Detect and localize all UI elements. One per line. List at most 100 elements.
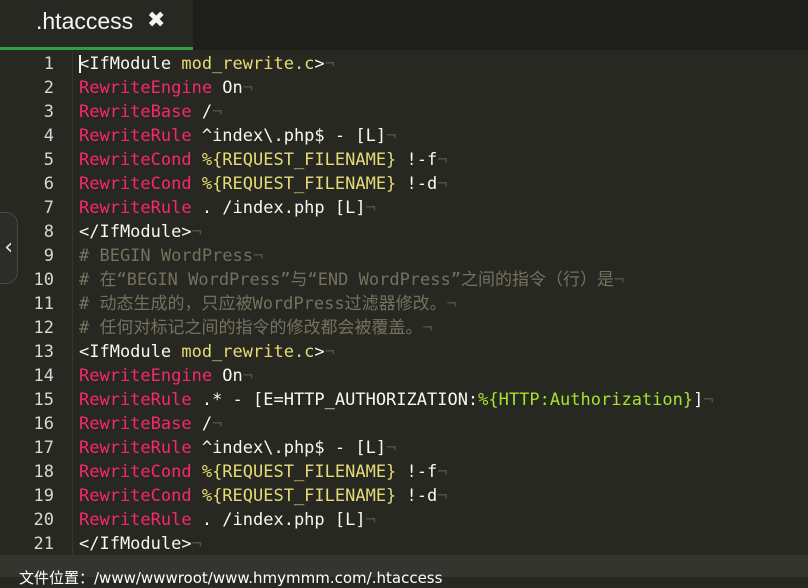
line-number: 13 xyxy=(33,342,54,362)
code-token: </IfModule> xyxy=(79,534,192,554)
line-number: 18 xyxy=(33,462,54,482)
code-token: ^index\.php$ - xyxy=(191,126,356,146)
code-line[interactable]: RewriteCond %{REQUEST_FILENAME} !-f¬ xyxy=(79,460,448,484)
end-of-line-marker: ¬ xyxy=(386,438,397,458)
code-token: # 任何对标记之间的指令的修改都会被覆盖。 xyxy=(79,318,423,338)
end-of-line-marker: ¬ xyxy=(212,102,223,122)
end-of-line-marker: ¬ xyxy=(324,54,335,74)
line-number: 19 xyxy=(33,486,54,506)
code-token: # 在“BEGIN WordPress”与“END WordPress”之间的指… xyxy=(79,270,614,290)
code-token: %{REQUEST_FILENAME} xyxy=(191,486,397,506)
code-token: / xyxy=(191,414,213,434)
tab-htaccess[interactable]: .htaccess ✖ xyxy=(0,0,193,50)
chevron-left-icon[interactable]: ‹ xyxy=(0,212,18,284)
line-number: 4 xyxy=(43,126,54,146)
code-token: RewriteRule xyxy=(79,510,192,530)
line-number: 5 xyxy=(43,150,54,170)
code-line[interactable]: RewriteEngine On¬ xyxy=(79,364,253,388)
end-of-line-marker: ¬ xyxy=(253,246,264,266)
code-token: RewriteCond xyxy=(79,486,192,506)
code-token: !-f xyxy=(396,462,438,482)
code-token: </IfModule> xyxy=(79,222,192,242)
code-line[interactable]: </IfModule>¬ xyxy=(79,220,202,244)
code-token: [L] xyxy=(334,510,366,530)
code-line[interactable]: <IfModule mod_rewrite.c>¬ xyxy=(79,52,335,76)
code-token: %{HTTP:Authorization} xyxy=(478,390,694,410)
code-line[interactable]: # 任何对标记之间的指令的修改都会被覆盖。¬ xyxy=(79,316,433,340)
end-of-line-marker: ¬ xyxy=(437,462,448,482)
code-line[interactable]: </IfModule>¬ xyxy=(79,532,202,555)
status-bar: 文件位置：/www/wwwroot/www.hmymmm.com/.htacce… xyxy=(0,555,808,587)
end-of-line-marker: ¬ xyxy=(365,510,376,530)
code-token: %{REQUEST_FILENAME} xyxy=(191,174,397,194)
line-number: 11 xyxy=(33,294,54,314)
line-number: 17 xyxy=(33,438,54,458)
end-of-line-marker: ¬ xyxy=(242,366,254,386)
code-token: RewriteCond xyxy=(79,150,192,170)
code-token: RewriteRule xyxy=(79,438,192,458)
code-area[interactable]: <IfModule mod_rewrite.c>¬ RewriteEngine O… xyxy=(72,52,808,555)
code-token: RewriteBase xyxy=(79,414,192,434)
code-line[interactable]: RewriteBase /¬ xyxy=(79,100,222,124)
end-of-line-marker: ¬ xyxy=(324,342,335,362)
code-line[interactable]: RewriteRule .* - [E=HTTP_AUTHORIZATION:%… xyxy=(79,388,714,412)
code-token: > xyxy=(314,342,325,362)
code-token: # BEGIN WordPress xyxy=(79,246,253,266)
tab-title: .htaccess xyxy=(36,8,134,34)
code-token: !-d xyxy=(396,174,438,194)
code-token: .* - [E=HTTP_AUTHORIZATION: xyxy=(191,390,479,410)
code-line[interactable]: RewriteRule ^index\.php$ - [L]¬ xyxy=(79,124,396,148)
end-of-line-marker: ¬ xyxy=(437,174,448,194)
end-of-line-marker: ¬ xyxy=(386,126,397,146)
file-location-text: 文件位置：/www/wwwroot/www.hmymmm.com/.htacce… xyxy=(19,569,443,587)
tab-bar: .htaccess ✖ xyxy=(0,0,808,50)
code-line[interactable]: # BEGIN WordPress¬ xyxy=(79,244,263,268)
line-number: 20 xyxy=(33,510,54,530)
code-line[interactable]: <IfModule mod_rewrite.c>¬ xyxy=(79,340,335,364)
code-line[interactable]: # 在“BEGIN WordPress”与“END WordPress”之间的指… xyxy=(79,268,624,292)
code-token: !-f xyxy=(396,150,438,170)
code-token: %{REQUEST_FILENAME} xyxy=(191,150,397,170)
code-token: RewriteEngine xyxy=(79,78,213,98)
code-line[interactable]: RewriteBase /¬ xyxy=(79,412,222,436)
code-line[interactable]: RewriteRule . /index.php [L]¬ xyxy=(79,196,376,220)
code-line[interactable]: # 动态生成的，只应被WordPress过滤器修改。¬ xyxy=(79,292,457,316)
code-token: ] xyxy=(693,390,704,410)
close-icon[interactable]: ✖ xyxy=(147,8,165,33)
line-number: 12 xyxy=(33,318,54,338)
line-number: 6 xyxy=(43,174,54,194)
end-of-line-marker: ¬ xyxy=(365,198,376,218)
code-token: RewriteEngine xyxy=(79,366,213,386)
end-of-line-marker: ¬ xyxy=(191,534,202,554)
code-token: <IfModule xyxy=(79,54,182,74)
line-number: 21 xyxy=(33,534,54,554)
code-token: mod_rewrite.c xyxy=(181,54,315,74)
end-of-line-marker: ¬ xyxy=(614,270,625,290)
code-line[interactable]: RewriteRule ^index\.php$ - [L]¬ xyxy=(79,436,396,460)
code-token: RewriteCond xyxy=(79,174,192,194)
code-token: . /index.php xyxy=(191,510,335,530)
code-line[interactable]: RewriteRule . /index.php [L]¬ xyxy=(79,508,376,532)
code-token: / xyxy=(191,102,213,122)
code-line[interactable]: RewriteEngine On¬ xyxy=(79,76,253,100)
code-token: [L] xyxy=(334,198,366,218)
code-line[interactable]: RewriteCond %{REQUEST_FILENAME} !-d¬ xyxy=(79,172,448,196)
code-token: [L] xyxy=(355,438,387,458)
line-number: 1 xyxy=(43,54,54,74)
line-number: 16 xyxy=(33,414,54,434)
end-of-line-marker: ¬ xyxy=(437,486,448,506)
end-of-line-marker: ¬ xyxy=(242,78,254,98)
code-line[interactable]: RewriteCond %{REQUEST_FILENAME} !-f¬ xyxy=(79,148,448,172)
end-of-line-marker: ¬ xyxy=(446,294,457,314)
end-of-line-marker: ¬ xyxy=(437,150,448,170)
code-token: RewriteRule xyxy=(79,390,192,410)
code-token: [L] xyxy=(355,126,387,146)
line-number: 3 xyxy=(43,102,54,122)
end-of-line-marker: ¬ xyxy=(703,390,714,410)
code-line[interactable]: RewriteCond %{REQUEST_FILENAME} !-d¬ xyxy=(79,484,448,508)
code-token: RewriteRule xyxy=(79,126,192,146)
code-token: RewriteRule xyxy=(79,198,192,218)
code-editor[interactable]: 1 2 3 4 5 6 7 8 9 10 11 12 13 14 15 16 17 18 19 20 21 <IfMod… xyxy=(0,52,808,555)
code-token: On xyxy=(212,366,243,386)
code-token: mod_rewrite.c xyxy=(181,342,315,362)
